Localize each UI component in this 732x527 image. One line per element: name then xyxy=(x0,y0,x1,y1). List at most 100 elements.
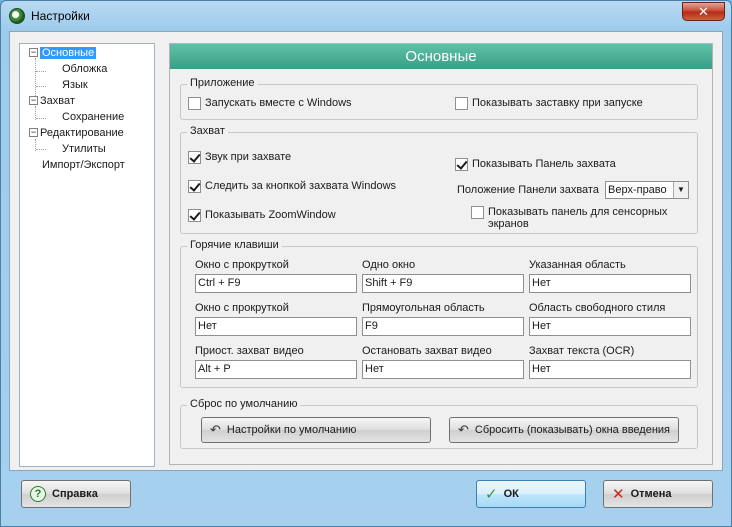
checkbox-label: Звук при захвате xyxy=(205,151,292,163)
dropdown-arrow-icon[interactable]: ▼ xyxy=(673,182,688,198)
checkbox-label: Показывать панель для сенсорных экранов xyxy=(488,206,668,230)
checkbox-box[interactable] xyxy=(188,151,201,164)
hotkey-scrolling-window-2: Окно с прокруткой Нет xyxy=(195,302,361,336)
settings-panel: Основные Приложение Запускать вместе с W… xyxy=(169,43,713,465)
checkbox-box[interactable] xyxy=(188,209,201,222)
hotkey-label: Одно окно xyxy=(362,259,416,271)
application-group: Приложение Запускать вместе с Windows По… xyxy=(180,77,698,120)
touch-panel-checkbox[interactable]: Показывать панель для сенсорных экранов xyxy=(471,206,691,230)
button-label: Настройки по умолчанию xyxy=(226,424,357,436)
checkbox-box[interactable] xyxy=(471,206,484,219)
hotkey-rectangular-area: Прямоугольная область F9 xyxy=(362,302,528,336)
group-label: Приложение xyxy=(187,77,258,89)
hotkey-stop-video: Остановать захват видео Нет xyxy=(362,345,528,379)
hotkey-label: Прямоугольная область xyxy=(362,302,485,314)
collapse-toggle-icon[interactable]: − xyxy=(29,128,38,137)
hotkey-label: Захват текста (OCR) xyxy=(529,345,635,357)
hotkey-input[interactable]: Ctrl + F9 xyxy=(195,274,357,293)
tree-connector xyxy=(36,118,46,119)
close-button[interactable]: ✕ xyxy=(682,2,725,21)
hotkey-input[interactable]: Нет xyxy=(362,360,524,379)
hotkey-input[interactable]: Alt + P xyxy=(195,360,357,379)
hotkey-input[interactable]: Нет xyxy=(529,360,691,379)
select-value: Верх-право xyxy=(608,184,667,196)
tree-item-language[interactable]: Язык xyxy=(62,79,88,91)
show-splash-checkbox[interactable]: Показывать заставку при запуске xyxy=(455,97,643,110)
checkbox-label: Показывать заставку при запуске xyxy=(472,97,643,109)
button-label: Справка xyxy=(52,488,98,500)
hotkey-input[interactable]: Нет xyxy=(529,317,691,336)
settings-tree: − Основные Обложка Язык − Захват Сохранени… xyxy=(19,43,155,467)
hotkey-scrolling-window: Окно с прокруткой Ctrl + F9 xyxy=(195,259,361,293)
hotkey-text-capture: Захват текста (OCR) Нет xyxy=(529,345,695,379)
restore-defaults-button[interactable]: ↶ Настройки по умолчанию xyxy=(201,417,431,443)
start-with-windows-checkbox[interactable]: Запускать вместе с Windows xyxy=(188,97,352,110)
checkbox-box[interactable] xyxy=(188,180,201,193)
tree-item-capture[interactable]: − Захват xyxy=(29,95,75,107)
tree-item-skin[interactable]: Обложка xyxy=(62,63,107,75)
hotkeys-group: Горячие клавиши Окно с прокруткой Ctrl +… xyxy=(180,239,698,388)
button-label: Отмена xyxy=(630,488,672,500)
hotkey-input[interactable]: Нет xyxy=(529,274,691,293)
undo-icon: ↶ xyxy=(458,422,469,437)
tree-item-general[interactable]: − Основные xyxy=(29,47,97,59)
help-icon: ? xyxy=(30,486,46,502)
tree-item-label: Язык xyxy=(62,79,88,91)
hotkey-input[interactable]: Нет xyxy=(195,317,357,336)
show-zoomwindow-checkbox[interactable]: Показывать ZoomWindow xyxy=(188,209,336,222)
hotkey-input[interactable]: F9 xyxy=(362,317,524,336)
undo-icon: ↶ xyxy=(210,422,221,437)
panel-position-select[interactable]: Верх-право ▼ xyxy=(605,181,689,199)
group-label: Горячие клавиши xyxy=(187,239,282,251)
help-button[interactable]: ? Справка xyxy=(21,480,131,508)
title-bar[interactable]: Настройки ✕ xyxy=(1,1,731,31)
cancel-x-icon: ✕ xyxy=(612,486,625,503)
tree-connector xyxy=(36,86,46,87)
ok-button[interactable]: ✓ ОК xyxy=(476,480,586,508)
hotkey-label: Область свободного стиля xyxy=(529,302,666,314)
panel-position-label: Положение Панели захвата xyxy=(457,184,599,196)
show-capture-panel-checkbox[interactable]: Показывать Панель захвата xyxy=(455,158,616,171)
capture-group: Захват Звук при захвате Следить за кнопк… xyxy=(180,125,698,234)
collapse-toggle-icon[interactable]: − xyxy=(29,48,38,57)
hotkey-label: Указанная область xyxy=(529,259,626,271)
cancel-button[interactable]: ✕ Отмена xyxy=(603,480,713,508)
tree-item-label: Захват xyxy=(40,95,75,107)
follow-capture-key-checkbox[interactable]: Следить за кнопкой захвата Windows xyxy=(188,180,396,193)
tree-item-import-export[interactable]: Импорт/Экспорт xyxy=(42,159,125,171)
app-icon xyxy=(9,8,25,24)
checkbox-box[interactable] xyxy=(188,97,201,110)
checkbox-label: Показывать Панель захвата xyxy=(472,158,616,170)
hotkey-single-window: Одно окно Shift + F9 xyxy=(362,259,528,293)
hotkey-pause-video: Приост. захват видео Alt + P xyxy=(195,345,361,379)
tree-connector xyxy=(36,71,46,72)
checkbox-label: Запускать вместе с Windows xyxy=(205,97,352,109)
tree-item-label: Редактирование xyxy=(40,127,124,139)
tree-item-saving[interactable]: Сохранение xyxy=(62,111,124,123)
tree-item-label: Обложка xyxy=(62,63,108,75)
group-label: Захват xyxy=(187,125,228,137)
settings-window: Настройки ✕ − Основные Обложка Язык − Захв… xyxy=(0,0,732,527)
tree-item-utilities[interactable]: Утилиты xyxy=(62,143,106,155)
collapse-toggle-icon[interactable]: − xyxy=(29,96,38,105)
hotkey-input[interactable]: Shift + F9 xyxy=(362,274,524,293)
tree-item-label: Утилиты xyxy=(62,143,106,155)
reset-group: Сброс по умолчанию ↶ Настройки по умолча… xyxy=(180,398,698,449)
tree-item-label: Сохранение xyxy=(62,111,125,123)
tree-connector xyxy=(36,149,46,150)
hotkey-label: Остановать захват видео xyxy=(362,345,492,357)
reset-intro-windows-button[interactable]: ↶ Сбросить (показывать) окна введения xyxy=(449,417,679,443)
panel-title: Основные xyxy=(170,44,712,69)
hotkey-label: Приост. захват видео xyxy=(195,345,304,357)
tree-item-label: Импорт/Экспорт xyxy=(42,159,125,171)
check-icon: ✓ xyxy=(485,486,498,503)
checkbox-box[interactable] xyxy=(455,97,468,110)
hotkey-label: Окно с прокруткой xyxy=(195,302,289,314)
window-title: Настройки xyxy=(31,9,90,23)
checkbox-label: Показывать ZoomWindow xyxy=(205,209,336,221)
tree-item-editing[interactable]: − Редактирование xyxy=(29,127,124,139)
button-label: Сбросить (показывать) окна введения xyxy=(474,424,671,436)
hotkey-selected-area: Указанная область Нет xyxy=(529,259,695,293)
checkbox-box[interactable] xyxy=(455,158,468,171)
sound-on-capture-checkbox[interactable]: Звук при захвате xyxy=(188,151,291,164)
